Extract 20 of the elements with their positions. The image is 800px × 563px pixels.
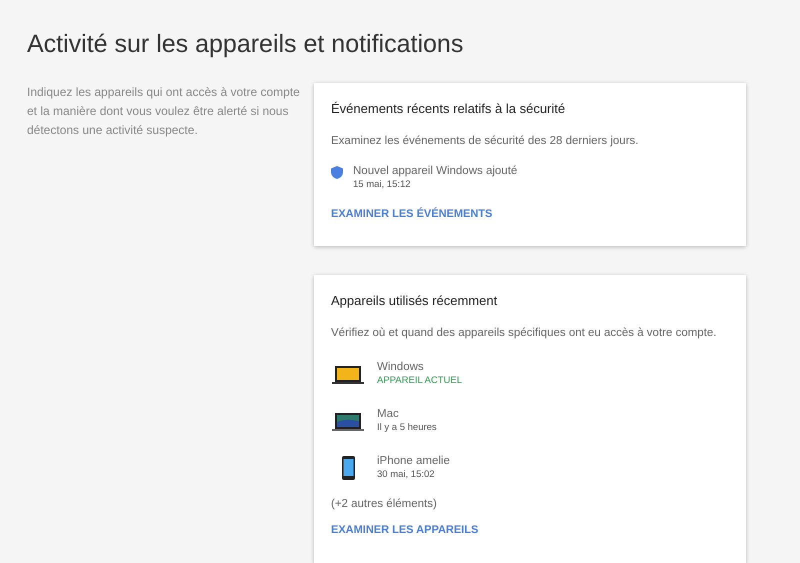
- laptop-icon: [332, 365, 364, 384]
- more-items-text: (+2 autres éléments): [331, 498, 437, 510]
- event-name: Nouvel appareil Windows ajouté: [353, 164, 518, 178]
- device-name: Mac: [377, 407, 400, 421]
- device-last-seen: Il y a 5 heures: [377, 421, 437, 434]
- page-description: Indiquez les appareils qui ont accès à votre compte et la manière dont vous voulez être alerté si nous détectons une activité suspecte.: [27, 84, 301, 139]
- card-title: Appareils utilisés récemment: [331, 293, 498, 308]
- review-events-link[interactable]: EXAMINER LES ÉVÉNEMENTS: [331, 208, 492, 220]
- device-last-seen: 30 mai, 15:02: [377, 468, 436, 481]
- review-devices-link[interactable]: EXAMINER LES APPAREILS: [331, 524, 478, 536]
- card-subtitle: Vérifiez où et quand des appareils spécifiques ont eu accès à votre compte.: [331, 327, 716, 339]
- shield-icon: [331, 166, 343, 179]
- page-title: Activité sur les appareils et notifications: [27, 29, 464, 60]
- card-title: Événements récents relatifs à la sécurité: [331, 101, 566, 116]
- event-time: 15 mai, 15:12: [353, 178, 412, 191]
- card-subtitle: Examinez les événements de sécurité des 28 derniers jours.: [331, 135, 638, 147]
- device-name: Windows: [377, 360, 425, 374]
- device-status: APPAREIL ACTUEL: [377, 374, 462, 387]
- device-name: iPhone amelie: [377, 454, 450, 468]
- laptop-icon: [332, 412, 364, 431]
